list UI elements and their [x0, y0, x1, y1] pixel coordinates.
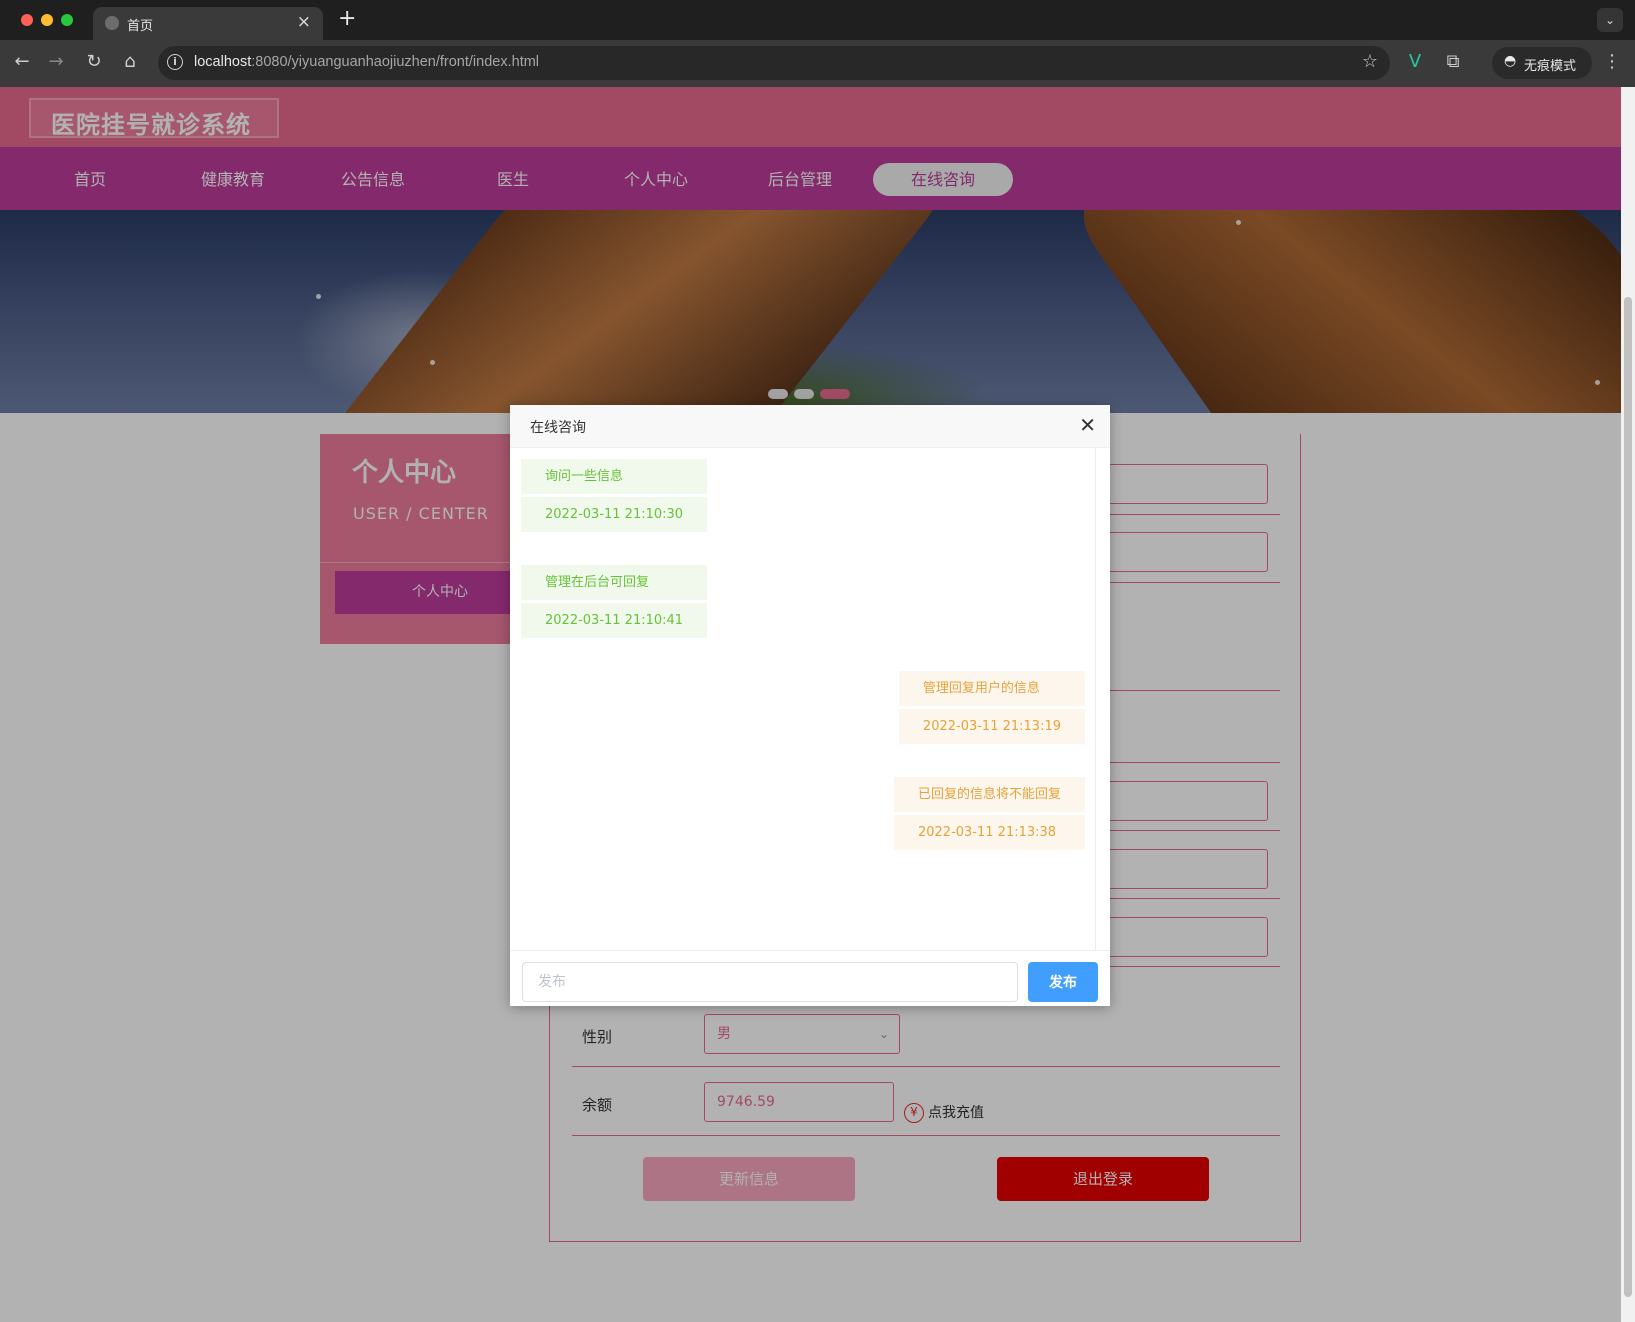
chat-messages[interactable]: 询问一些信息 2022-03-11 21:10:30 管理在后台可回复 2022… [510, 448, 1096, 950]
page-viewport: 医院挂号就诊系统 首页 健康教育 公告信息 医生 个人中心 后台管理 在线咨询 … [0, 87, 1635, 1322]
tab-close-icon[interactable]: × [297, 12, 311, 32]
tab-search-chevron-icon[interactable]: ⌄ [1597, 8, 1623, 32]
window-minimize-button[interactable] [41, 14, 53, 26]
chat-message: 已回复的信息将不能回复 2022-03-11 21:13:38 [893, 777, 1085, 850]
send-button[interactable]: 发布 [1028, 962, 1098, 1002]
incognito-badge[interactable]: ◓ 无痕模式 [1492, 47, 1592, 79]
bookmark-star-icon[interactable]: ☆ [1362, 51, 1378, 72]
dialog-header: 在线咨询 ✕ [510, 405, 1110, 448]
message-text: 管理在后台可回复 [521, 565, 708, 600]
new-tab-button[interactable]: + [338, 6, 356, 31]
vue-devtools-icon[interactable]: V [1403, 51, 1427, 72]
chat-message: 管理回复用户的信息 2022-03-11 21:13:19 [898, 671, 1085, 744]
message-text: 已回复的信息将不能回复 [893, 777, 1085, 812]
globe-icon [105, 16, 119, 30]
window-close-button[interactable] [21, 14, 33, 26]
tab-title: 首页 [127, 19, 154, 34]
chat-message: 询问一些信息 2022-03-11 21:10:30 [521, 459, 708, 532]
message-time: 2022-03-11 21:13:38 [893, 815, 1085, 850]
message-time: 2022-03-11 21:10:41 [521, 603, 708, 638]
address-bar[interactable]: i localhost:8080/yiyuanguanhaojiuzhen/fr… [158, 46, 1390, 80]
home-icon[interactable]: ⌂ [118, 51, 142, 72]
browser-toolbar: ← → ↻ ⌂ i localhost:8080/yiyuanguanhaoji… [0, 40, 1635, 87]
message-text: 询问一些信息 [521, 459, 708, 494]
browser-tabstrip: 首页 × + ⌄ [0, 0, 1635, 40]
online-consult-dialog: 在线咨询 ✕ 询问一些信息 2022-03-11 21:10:30 管理在后台可… [510, 405, 1110, 1006]
dialog-title: 在线咨询 [530, 420, 586, 436]
incognito-icon: ◓ [1504, 53, 1517, 69]
chat-message: 管理在后台可回复 2022-03-11 21:10:41 [521, 565, 708, 638]
back-arrow-icon[interactable]: ← [10, 51, 34, 72]
browser-menu-icon[interactable]: ⋮ [1600, 51, 1624, 72]
message-time: 2022-03-11 21:13:19 [898, 709, 1085, 744]
close-icon[interactable]: ✕ [1079, 413, 1096, 437]
scrollbar-thumb[interactable] [1624, 297, 1632, 1297]
message-time: 2022-03-11 21:10:30 [521, 497, 708, 532]
page-scrollbar[interactable] [1621, 87, 1635, 1322]
dialog-footer: 发布 [510, 950, 1110, 1006]
url-path: :8080/yiyuanguanhaojiuzhen/front/index.h… [251, 54, 540, 70]
window-zoom-button[interactable] [61, 14, 73, 26]
message-input[interactable] [522, 962, 1018, 1002]
url-text: localhost:8080/yiyuanguanhaojiuzhen/fron… [194, 54, 539, 70]
site-info-icon[interactable]: i [167, 54, 183, 70]
incognito-label: 无痕模式 [1524, 59, 1577, 74]
message-text: 管理回复用户的信息 [898, 671, 1085, 706]
forward-arrow-icon[interactable]: → [44, 51, 68, 72]
reload-icon[interactable]: ↻ [82, 51, 106, 72]
browser-tab[interactable]: 首页 × [93, 7, 323, 40]
url-host: localhost [194, 54, 252, 70]
extensions-puzzle-icon[interactable]: ⧉ [1441, 51, 1465, 72]
